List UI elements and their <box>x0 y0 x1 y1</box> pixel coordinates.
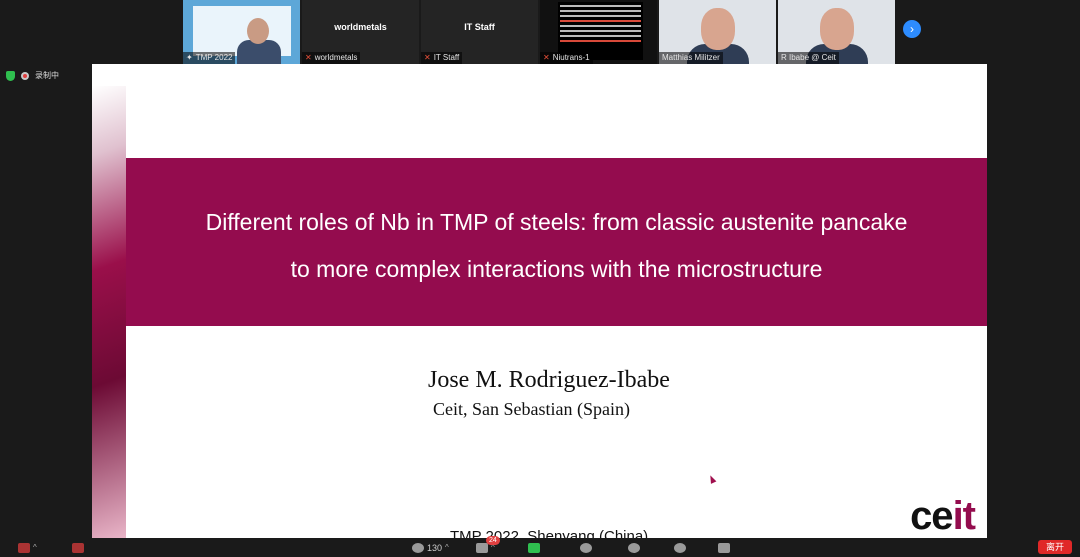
slide-decorative-band <box>92 86 126 538</box>
share-screen-button[interactable] <box>528 540 540 555</box>
participant-tile[interactable]: ✕ Niutrans-1 <box>540 0 657 64</box>
chat-badge: 24 <box>486 536 500 545</box>
participant-tile[interactable]: R Ibabe @ Ceit <box>778 0 895 64</box>
participant-head <box>701 8 735 50</box>
mouse-cursor-icon <box>707 474 717 484</box>
shield-icon <box>6 70 15 81</box>
participant-strip: ✦ TMP 2022 worldmetals ✕ worldmetals IT St… <box>183 0 895 64</box>
participant-tile[interactable]: worldmetals ✕ worldmetals <box>302 0 419 64</box>
shared-slide: Different roles of Nb in TMP of steels: … <box>92 64 987 538</box>
mic-muted-icon: ✕ <box>305 53 312 62</box>
slide-title-line-1: Different roles of Nb in TMP of steels: … <box>205 209 908 235</box>
meeting-toolbar: ^ 130 ^ 24 ^ 离开 <box>0 536 1080 557</box>
participants-count: 130 <box>427 542 443 553</box>
chat-button[interactable]: 24 ^ <box>476 536 500 555</box>
participant-name-tag: Matthias Militzer <box>659 52 723 64</box>
participant-tile[interactable]: Matthias Militzer <box>659 0 776 64</box>
participant-tile[interactable]: ✦ TMP 2022 <box>183 0 300 64</box>
chevron-up-icon[interactable]: ^ <box>445 543 449 552</box>
fullscreen-button[interactable] <box>718 540 730 555</box>
recording-indicator[interactable]: 录制中 <box>6 70 59 81</box>
expand-icon <box>718 542 730 553</box>
reactions-button[interactable] <box>580 540 592 555</box>
participant-head <box>247 18 269 44</box>
slide-affiliation: Ceit, San Sebastian (Spain) <box>433 399 630 419</box>
participant-name-tag: ✕ IT Staff <box>421 52 463 64</box>
people-icon <box>412 542 424 553</box>
translation-button[interactable] <box>674 540 686 555</box>
camera-off-icon <box>72 542 84 553</box>
text-line <box>560 5 641 7</box>
text-line <box>560 30 641 32</box>
participant-head <box>820 8 854 50</box>
next-page-chevron-icon[interactable]: › <box>903 20 921 38</box>
participant-tile[interactable]: IT Staff ✕ IT Staff <box>421 0 538 64</box>
record-icon <box>21 71 29 80</box>
text-line <box>560 20 641 22</box>
share-screen-icon <box>528 542 540 553</box>
text-line <box>560 15 641 17</box>
slide-title-line-2: to more complex interactions with the mi… <box>290 256 823 282</box>
record-icon <box>628 542 640 553</box>
participant-name-tag: ✕ Niutrans-1 <box>540 52 593 64</box>
mic-muted-icon: ✕ <box>424 53 431 62</box>
text-line <box>560 35 641 37</box>
hand-icon <box>580 542 592 553</box>
participants-button[interactable]: 130 ^ <box>412 540 449 555</box>
mute-button[interactable]: ^ <box>18 540 37 555</box>
text-line <box>560 25 641 27</box>
ceit-logo: ceit <box>910 494 976 538</box>
mic-off-icon <box>18 542 30 553</box>
pin-icon: ✦ <box>186 53 193 62</box>
participant-display-name: IT Staff <box>464 22 495 32</box>
leave-button[interactable]: 离开 <box>1037 540 1072 554</box>
text-line <box>560 40 641 42</box>
chevron-up-icon[interactable]: ^ <box>33 543 37 552</box>
participant-display-name: worldmetals <box>334 22 387 32</box>
mic-muted-icon: ✕ <box>543 53 550 62</box>
video-button[interactable] <box>72 540 84 555</box>
slide-author: Jose M. Rodriguez-Ibabe <box>428 367 670 393</box>
recording-label: 录制中 <box>35 71 59 80</box>
participant-name-tag: ✕ worldmetals <box>302 52 361 64</box>
slide-footer: TMP 2022, Shenyang (China) <box>450 528 649 538</box>
participant-name-tag: R Ibabe @ Ceit <box>778 52 839 64</box>
meeting-window: ✦ TMP 2022 worldmetals ✕ worldmetals IT St… <box>0 0 1080 557</box>
language-icon <box>674 542 686 553</box>
participant-name-tag: ✦ TMP 2022 <box>183 52 236 64</box>
record-button[interactable] <box>628 540 640 555</box>
title-banner <box>126 158 987 326</box>
text-line <box>560 10 641 12</box>
chat-icon <box>476 542 488 553</box>
